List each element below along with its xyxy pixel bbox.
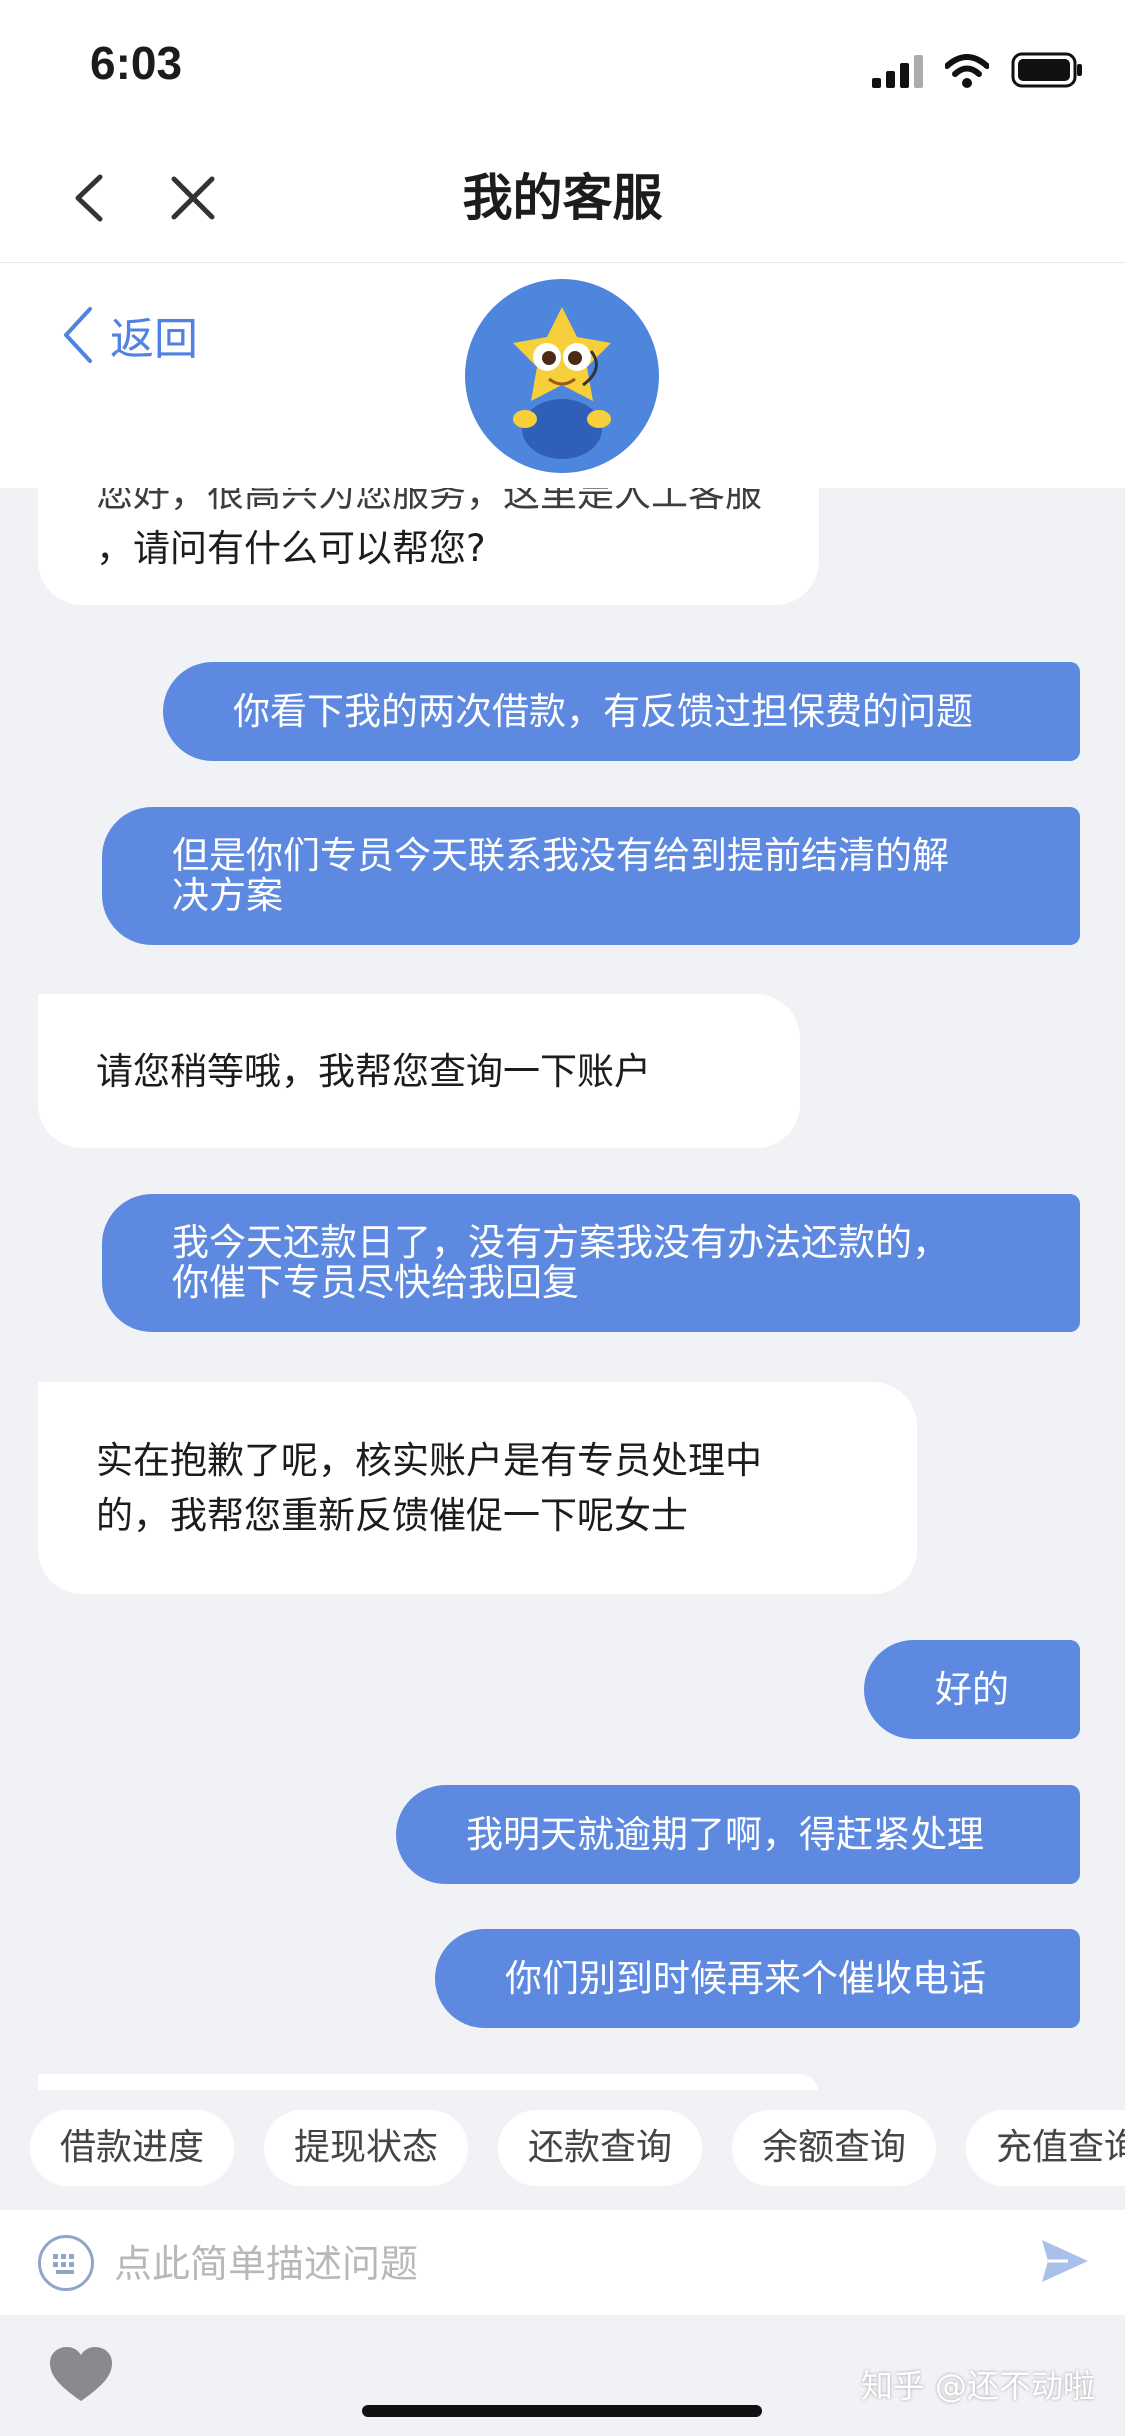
message-line: ，请问有什么可以帮您? [96, 527, 486, 570]
status-time: 6:03 [90, 37, 183, 89]
message-line: 决方案 [172, 874, 283, 917]
message-input[interactable] [112, 2230, 1016, 2298]
mascot-illustration [513, 307, 611, 459]
bot-message-partial [38, 2074, 819, 2090]
status-icons [872, 48, 1083, 88]
user-message: 好的 [864, 1640, 1080, 1739]
user-message: 我明天就逾期了啊，得赶紧处理 [396, 1785, 1080, 1884]
status-bar: 6:03 [0, 0, 1125, 135]
quick-reply-chip[interactable]: 提现状态 [264, 2110, 468, 2186]
message-line: 您好，很高兴为您服务，这里是人工客服 [96, 488, 762, 515]
cellular-signal-icon [872, 54, 923, 88]
battery-icon [1011, 52, 1082, 88]
home-indicator [362, 2405, 762, 2417]
message-line: 实在抱歉了呢，核实账户是有专员处理中 [96, 1439, 762, 1482]
quick-reply-bar[interactable]: 借款进度 提现状态 还款查询 余额查询 充值查询 [0, 2090, 1125, 2210]
agent-avatar [465, 279, 659, 473]
heart-icon[interactable] [48, 2345, 114, 2405]
user-message: 你看下我的两次借款，有反馈过担保费的问题 [163, 662, 1080, 761]
message-line: 你催下专员尽快给我回复 [172, 1261, 579, 1304]
message-text: 你们别到时候再来个催收电话 [505, 1957, 986, 2000]
quick-reply-chip[interactable]: 借款进度 [30, 2110, 234, 2186]
message-text: 我明天就逾期了啊，得赶紧处理 [466, 1813, 984, 1856]
message-text: 你看下我的两次借款，有反馈过担保费的问题 [233, 690, 973, 733]
message-line: 的，我帮您重新反馈催促一下呢女士 [96, 1494, 688, 1537]
user-message: 你们别到时候再来个催收电话 [435, 1929, 1080, 2028]
send-icon[interactable] [1038, 2234, 1092, 2288]
bot-message: 实在抱歉了呢，核实账户是有专员处理中 的，我帮您重新反馈催促一下呢女士 [38, 1382, 917, 1594]
keyboard-icon[interactable] [38, 2235, 94, 2291]
input-bar [0, 2210, 1125, 2315]
bot-message: 请您稍等哦，我帮您查询一下账户 [38, 994, 800, 1148]
wifi-icon [945, 54, 989, 88]
bot-message: 您好，很高兴为您服务，这里是人工客服 ，请问有什么可以帮您? [38, 488, 819, 605]
chevron-left-icon [64, 307, 92, 363]
message-line: 我今天还款日了，没有方案我没有办法还款的， [172, 1221, 949, 1264]
nav-bar: 我的客服 [0, 135, 1125, 263]
message-text: 好的 [935, 1668, 1009, 1711]
message-text: 请您稍等哦，我帮您查询一下账户 [96, 1049, 651, 1093]
return-button[interactable]: 返回 [60, 303, 198, 367]
page-title: 我的客服 [462, 169, 663, 227]
user-message: 我今天还款日了，没有方案我没有办法还款的， 你催下专员尽快给我回复 [102, 1194, 1080, 1332]
bottom-area: 知乎 @还不动啦 [0, 2315, 1125, 2436]
chat-area[interactable]: 您好，很高兴为您服务，这里是人工客服 ，请问有什么可以帮您? 你看下我的两次借款… [0, 488, 1125, 2090]
quick-reply-chip[interactable]: 还款查询 [498, 2110, 702, 2186]
watermark: 知乎 @还不动啦 [860, 2367, 1095, 2405]
sub-header: 返回 [0, 263, 1125, 488]
quick-reply-chip[interactable]: 余额查询 [732, 2110, 936, 2186]
message-line: 但是你们专员今天联系我没有给到提前结清的解 [172, 834, 949, 877]
user-message: 但是你们专员今天联系我没有给到提前结清的解 决方案 [102, 807, 1080, 945]
quick-reply-chip[interactable]: 充值查询 [966, 2110, 1125, 2186]
return-label: 返回 [110, 314, 198, 365]
